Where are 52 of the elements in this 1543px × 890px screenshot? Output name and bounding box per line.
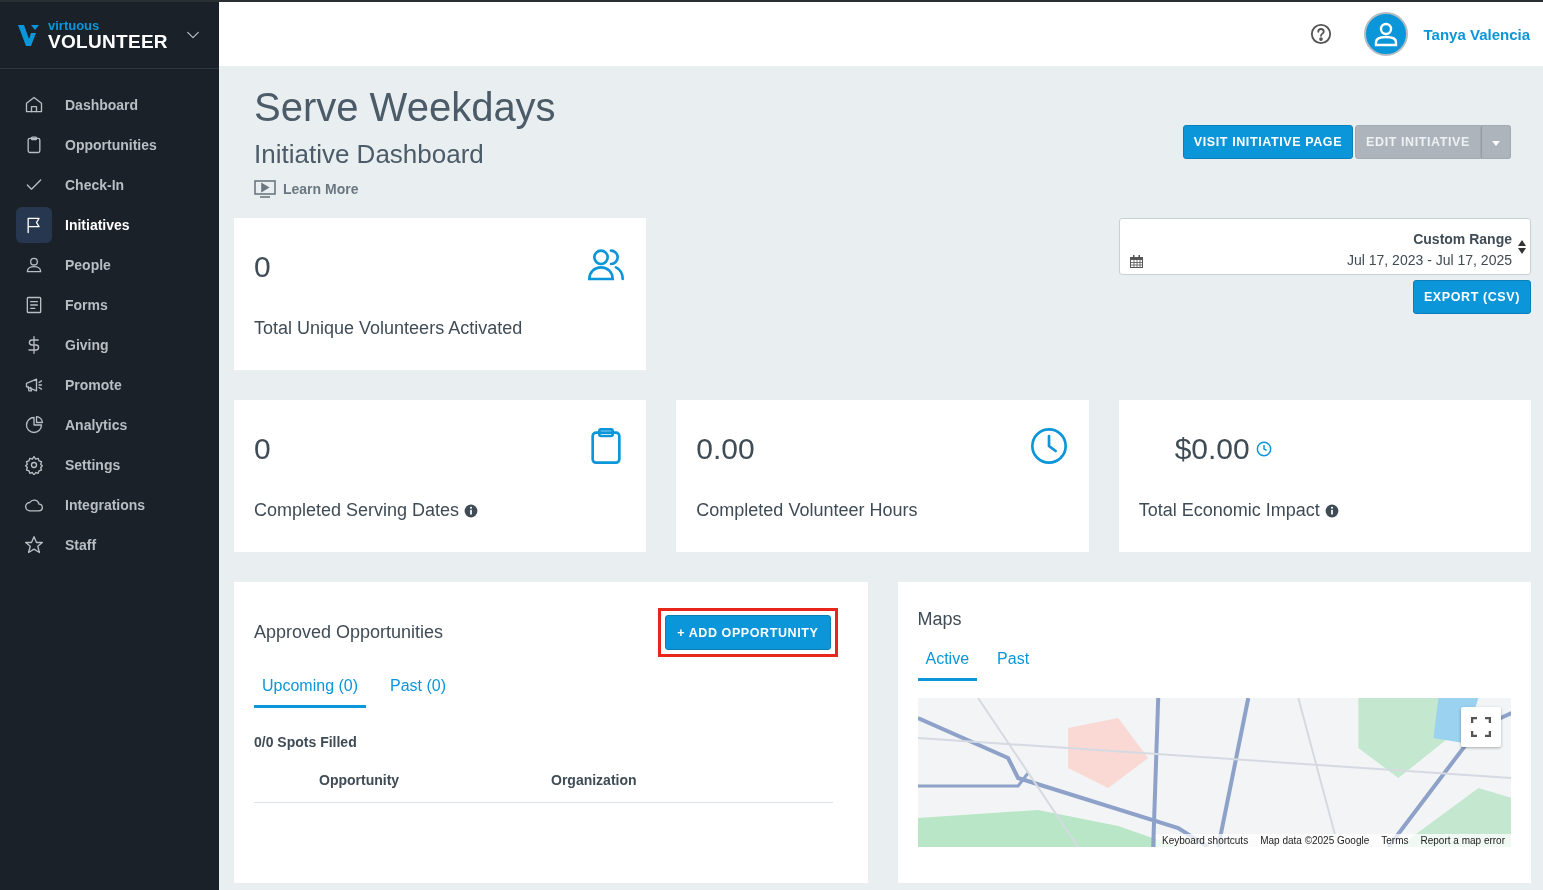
sidebar-item[interactable]: Settings xyxy=(0,445,219,485)
sidebar-item[interactable]: Analytics xyxy=(0,405,219,445)
clock-icon xyxy=(1028,426,1069,466)
settings-icon xyxy=(24,455,44,475)
sidebar-item[interactable]: People xyxy=(0,245,219,285)
panel-title: Maps xyxy=(917,608,963,630)
stat-label: Completed Volunteer Hours xyxy=(696,500,918,521)
map-link[interactable]: Map data ©2025 Google xyxy=(1254,834,1376,847)
brand-tagline: virtuous xyxy=(48,19,101,32)
sidebar-item[interactable]: Integrations xyxy=(0,485,219,525)
sidebar-item[interactable]: Check-In xyxy=(0,165,219,205)
stat-value: 0 xyxy=(254,250,271,284)
help-icon[interactable] xyxy=(1309,23,1332,45)
page-subtitle: Initiative Dashboard xyxy=(254,138,485,170)
avatar[interactable] xyxy=(1363,12,1408,56)
sidebar-item[interactable]: Staff xyxy=(0,525,219,565)
column-header: Organization xyxy=(551,772,638,788)
info-icon[interactable] xyxy=(464,503,479,518)
stat-label: Total Unique Volunteers Activated xyxy=(254,318,523,339)
sidebar-item[interactable]: Initiatives xyxy=(0,205,219,245)
learn-more-link[interactable]: Learn More xyxy=(254,180,556,198)
video-icon xyxy=(254,180,276,198)
map-link[interactable]: Terms xyxy=(1375,834,1415,847)
star-icon xyxy=(24,535,44,555)
stat-value: 0 xyxy=(254,432,271,466)
pie-chart-icon xyxy=(24,415,44,435)
sort-arrows-icon xyxy=(1518,238,1526,255)
sidebar-item[interactable]: Opportunities xyxy=(0,125,219,165)
sidebar-item[interactable]: Giving xyxy=(0,325,219,365)
stat-label: Completed Serving Dates xyxy=(254,500,460,521)
sidebar-item[interactable]: Forms xyxy=(0,285,219,325)
fullscreen-icon[interactable] xyxy=(1461,707,1501,747)
calendar-icon xyxy=(1130,255,1143,268)
brand-name: VOLUNTEER xyxy=(48,32,168,51)
document-icon xyxy=(24,295,44,315)
page-title: Serve Weekdays xyxy=(254,84,556,130)
stat-value: 0.00 xyxy=(696,432,755,466)
map-link[interactable]: Keyboard shortcuts xyxy=(1156,834,1255,847)
person-icon xyxy=(24,255,44,275)
logo-icon xyxy=(18,23,40,47)
home-icon xyxy=(24,95,44,115)
info-icon[interactable] xyxy=(1324,503,1339,518)
spots-filled: 0/0 Spots Filled xyxy=(254,734,358,750)
stat-value: $0.00 xyxy=(1174,432,1250,466)
stat-label: Total Economic Impact xyxy=(1138,500,1320,521)
map-link[interactable]: Report a map error xyxy=(1414,834,1511,847)
panel-title: Approved Opportunities xyxy=(254,622,444,643)
sidebar-item[interactable]: Dashboard xyxy=(0,85,219,125)
sidebar-item[interactable]: Promote xyxy=(0,365,219,405)
column-header: Opportunity xyxy=(319,772,401,788)
date-range-select[interactable]: Custom Range Jul 17, 2023 - Jul 17, 2025 xyxy=(1119,218,1531,275)
clock-icon[interactable] xyxy=(1255,441,1272,457)
